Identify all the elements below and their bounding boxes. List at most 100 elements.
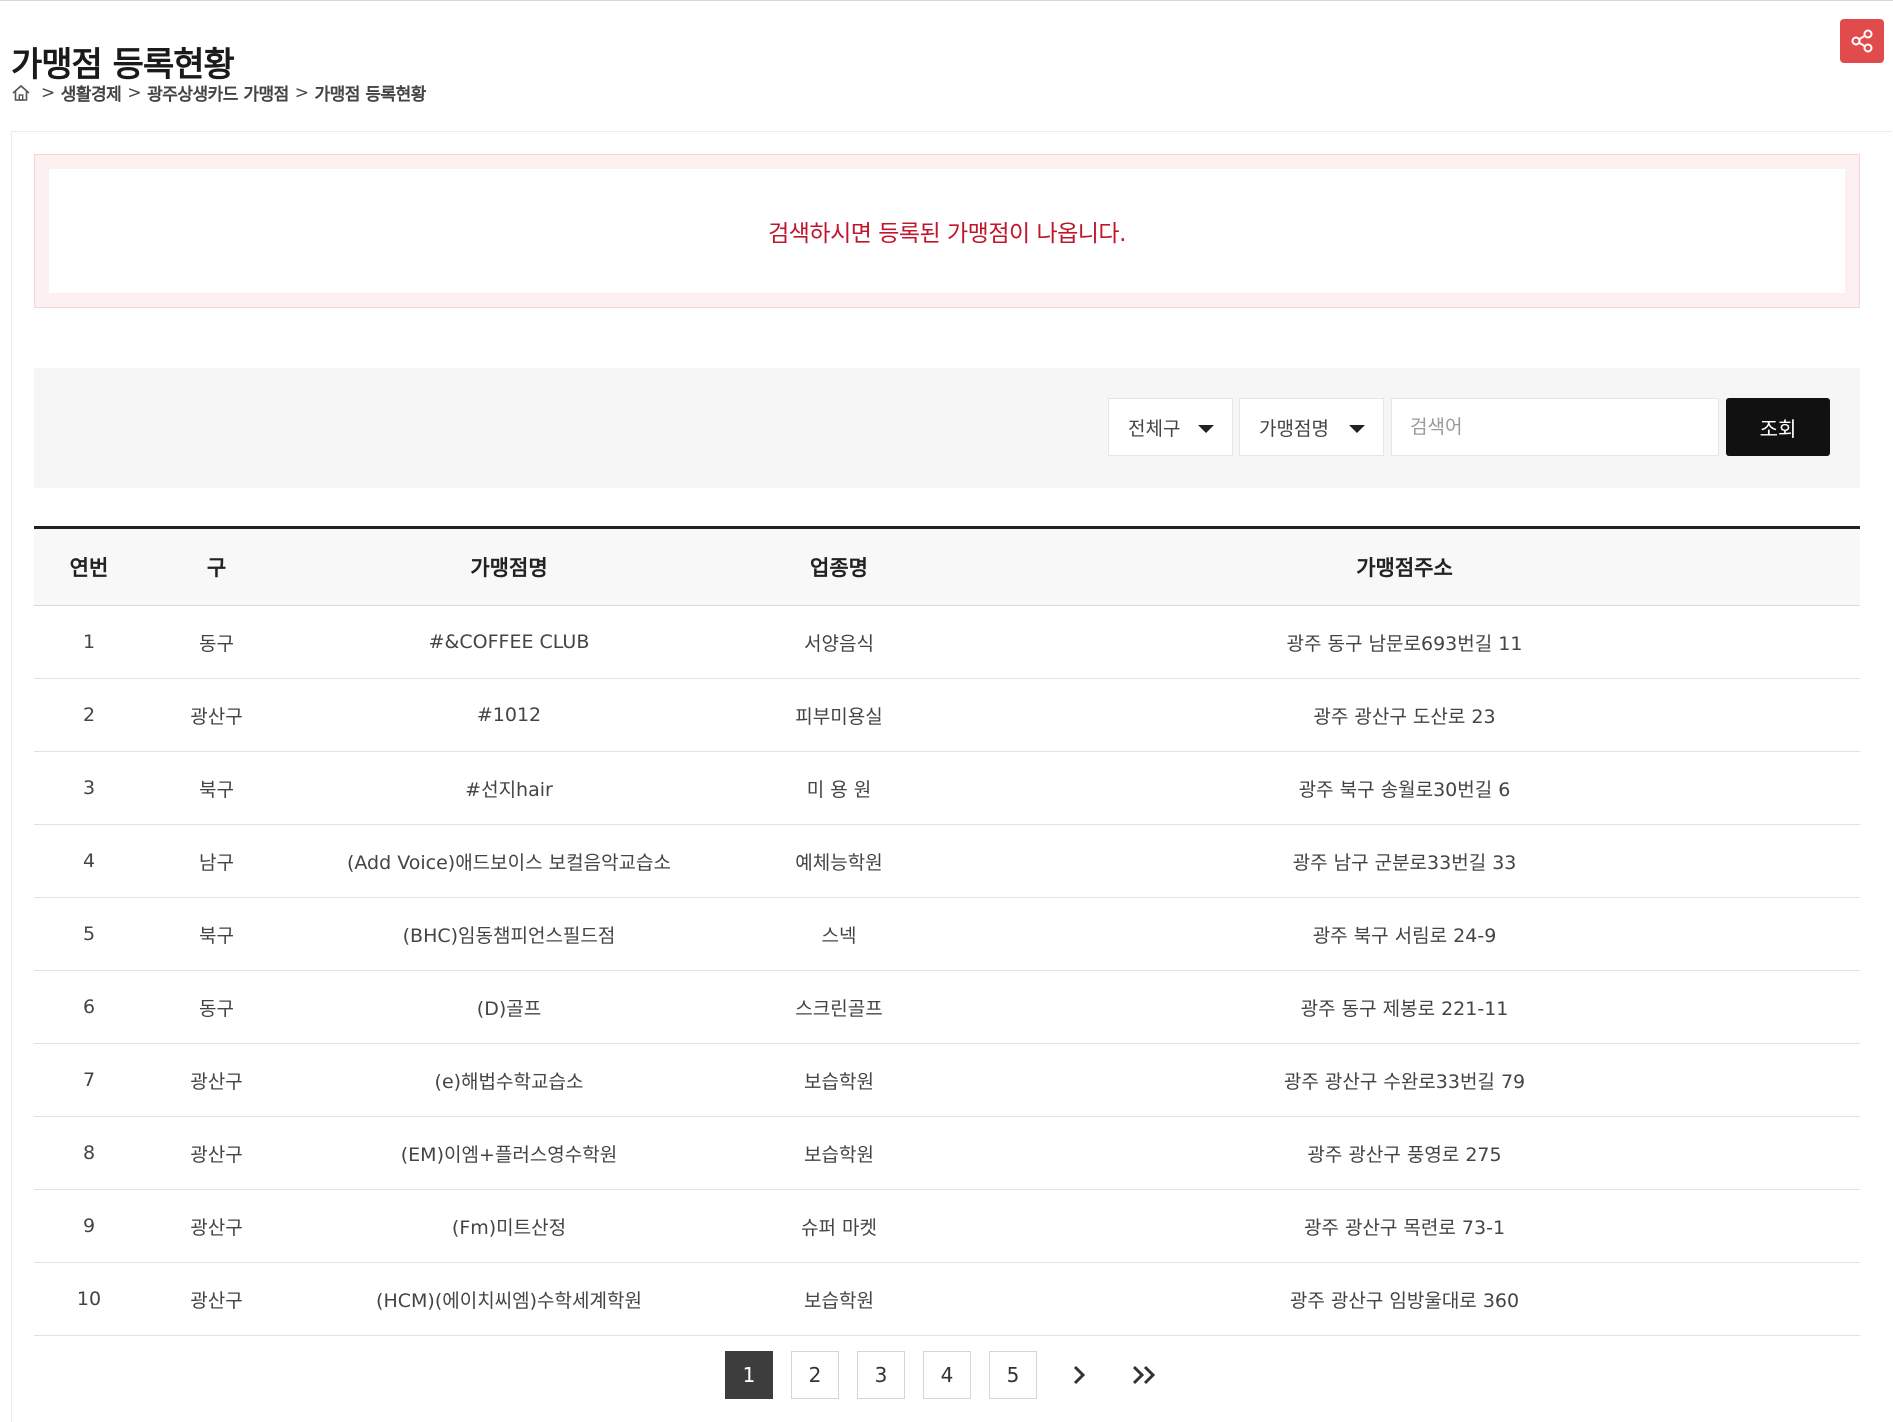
cell-business-type: 스크린골프 [729,970,949,1044]
breadcrumb: > 생활경제 > 광주상생카드 가맹점 > 가맹점 등록현황 [11,80,426,105]
cell-address: 광주 광산구 풍영로 275 [949,1116,1860,1190]
breadcrumb-item-living-economy[interactable]: 생활경제 [61,80,122,105]
table-row: 9 광산구 (Fm)미트산정 슈퍼 마켓 광주 광산구 목련로 73-1 [34,1189,1860,1263]
search-bar: 전체구 가맹점명 조회 [34,368,1860,488]
page-button-3[interactable]: 3 [857,1351,905,1399]
column-header-business-type: 업종명 [729,527,949,606]
cell-merchant-name: (e)해법수학교습소 [289,1043,729,1117]
breadcrumb-separator: > [127,82,142,103]
cell-number: 4 [34,824,144,898]
cell-merchant-name: #1012 [289,678,729,752]
share-icon [1851,29,1873,53]
cell-merchant-name: (EM)이엠+플러스영수학원 [289,1116,729,1190]
table-row: 2 광산구 #1012 피부미용실 광주 광산구 도산로 23 [34,678,1860,752]
column-header-number: 연번 [34,527,144,606]
cell-merchant-name: (HCM)(에이치씨엠)수학세계학원 [289,1262,729,1336]
cell-district: 북구 [144,751,289,825]
table-row: 8 광산구 (EM)이엠+플러스영수학원 보습학원 광주 광산구 풍영로 275 [34,1116,1860,1190]
table-row: 1 동구 #&COFFEE CLUB 서양음식 광주 동구 남문로693번길 11 [34,605,1860,679]
cell-address: 광주 동구 제봉로 221-11 [949,970,1860,1044]
cell-business-type: 슈퍼 마켓 [729,1189,949,1263]
cell-district: 광산구 [144,1189,289,1263]
cell-number: 8 [34,1116,144,1190]
page-button-5[interactable]: 5 [989,1351,1037,1399]
cell-number: 1 [34,605,144,679]
cell-address: 광주 광산구 도산로 23 [949,678,1860,752]
cell-district: 동구 [144,605,289,679]
cell-number: 6 [34,970,144,1044]
cell-district: 광산구 [144,678,289,752]
search-button[interactable]: 조회 [1726,398,1830,456]
search-input[interactable] [1391,398,1719,456]
cell-address: 광주 동구 남문로693번길 11 [949,605,1860,679]
breadcrumb-item-current: 가맹점 등록현황 [314,85,427,105]
column-header-merchant-name: 가맹점명 [289,527,729,606]
cell-merchant-name: (BHC)임동챔피언스필드점 [289,897,729,971]
page-title: 가맹점 등록현황 [11,44,235,85]
caret-down-icon [1198,425,1214,433]
cell-business-type: 피부미용실 [729,678,949,752]
caret-down-icon [1349,425,1365,433]
page-button-2[interactable]: 2 [791,1351,839,1399]
table-row: 6 동구 (D)골프 스크린골프 광주 동구 제봉로 221-11 [34,970,1860,1044]
cell-number: 2 [34,678,144,752]
cell-business-type: 보습학원 [729,1262,949,1336]
cell-number: 9 [34,1189,144,1263]
table-row: 7 광산구 (e)해법수학교습소 보습학원 광주 광산구 수완로33번길 79 [34,1043,1860,1117]
cell-address: 광주 광산구 수완로33번길 79 [949,1043,1860,1117]
notice-inner: 검색하시면 등록된 가맹점이 나옵니다. [49,169,1845,293]
page-button-4[interactable]: 4 [923,1351,971,1399]
cell-merchant-name: #&COFFEE CLUB [289,605,729,679]
table-header-row: 연번 구 가맹점명 업종명 가맹점주소 [34,527,1860,606]
search-field-select-value: 가맹점명 [1259,417,1329,440]
search-field-select[interactable]: 가맹점명 [1239,398,1384,456]
district-select-value: 전체구 [1128,417,1181,440]
cell-merchant-name: (Add Voice)애드보이스 보컬음악교습소 [289,824,729,898]
top-divider [0,0,1893,1]
table-row: 10 광산구 (HCM)(에이치씨엠)수학세계학원 보습학원 광주 광산구 임방울대로 … [34,1262,1860,1336]
cell-address: 광주 광산구 임방울대로 360 [949,1262,1860,1336]
table-row: 5 북구 (BHC)임동챔피언스필드점 스넥 광주 북구 서림로 24-9 [34,897,1860,971]
breadcrumb-separator: > [41,82,55,103]
cell-address: 광주 북구 서림로 24-9 [949,897,1860,971]
cell-number: 10 [34,1262,144,1336]
cell-number: 3 [34,751,144,825]
cell-district: 동구 [144,970,289,1044]
cell-district: 광산구 [144,1262,289,1336]
cell-address: 광주 광산구 목련로 73-1 [949,1189,1860,1263]
cell-district: 광산구 [144,1116,289,1190]
breadcrumb-separator: > [294,82,309,103]
column-header-district: 구 [144,527,289,606]
notice-box: 검색하시면 등록된 가맹점이 나옵니다. [34,154,1860,308]
notice-text: 검색하시면 등록된 가맹점이 나옵니다. [768,221,1126,247]
last-page-button[interactable] [1121,1351,1169,1399]
page-button-1[interactable]: 1 [725,1351,773,1399]
merchant-table: 연번 구 가맹점명 업종명 가맹점주소 1 동구 #&COFFEE CLUB 서양음식… [34,526,1860,1336]
double-chevron-right-icon [1132,1365,1156,1385]
table-row: 4 남구 (Add Voice)애드보이스 보컬음악교습소 예체능학원 광주 남구 군분… [34,824,1860,898]
cell-address: 광주 북구 송월로30번길 6 [949,751,1860,825]
cell-district: 광산구 [144,1043,289,1117]
cell-business-type: 보습학원 [729,1116,949,1190]
table-row: 3 북구 #선지hair 미 용 원 광주 북구 송월로30번길 6 [34,751,1860,825]
column-header-address: 가맹점주소 [949,527,1860,606]
cell-address: 광주 남구 군분로33번길 33 [949,824,1860,898]
pagination: 1 2 3 4 5 [725,1351,1187,1399]
cell-district: 북구 [144,897,289,971]
cell-business-type: 스넥 [729,897,949,971]
cell-merchant-name: #선지hair [289,751,729,825]
cell-business-type: 미 용 원 [729,751,949,825]
chevron-right-icon [1073,1365,1086,1385]
cell-number: 5 [34,897,144,971]
cell-business-type: 서양음식 [729,605,949,679]
cell-district: 남구 [144,824,289,898]
cell-business-type: 보습학원 [729,1043,949,1117]
cell-number: 7 [34,1043,144,1117]
share-button[interactable] [1840,19,1884,63]
cell-merchant-name: (Fm)미트산정 [289,1189,729,1263]
district-select[interactable]: 전체구 [1108,398,1233,456]
home-icon[interactable] [11,83,31,103]
cell-merchant-name: (D)골프 [289,970,729,1044]
next-page-button[interactable] [1055,1351,1103,1399]
breadcrumb-item-card-merchants[interactable]: 광주상생카드 가맹점 [147,80,289,105]
